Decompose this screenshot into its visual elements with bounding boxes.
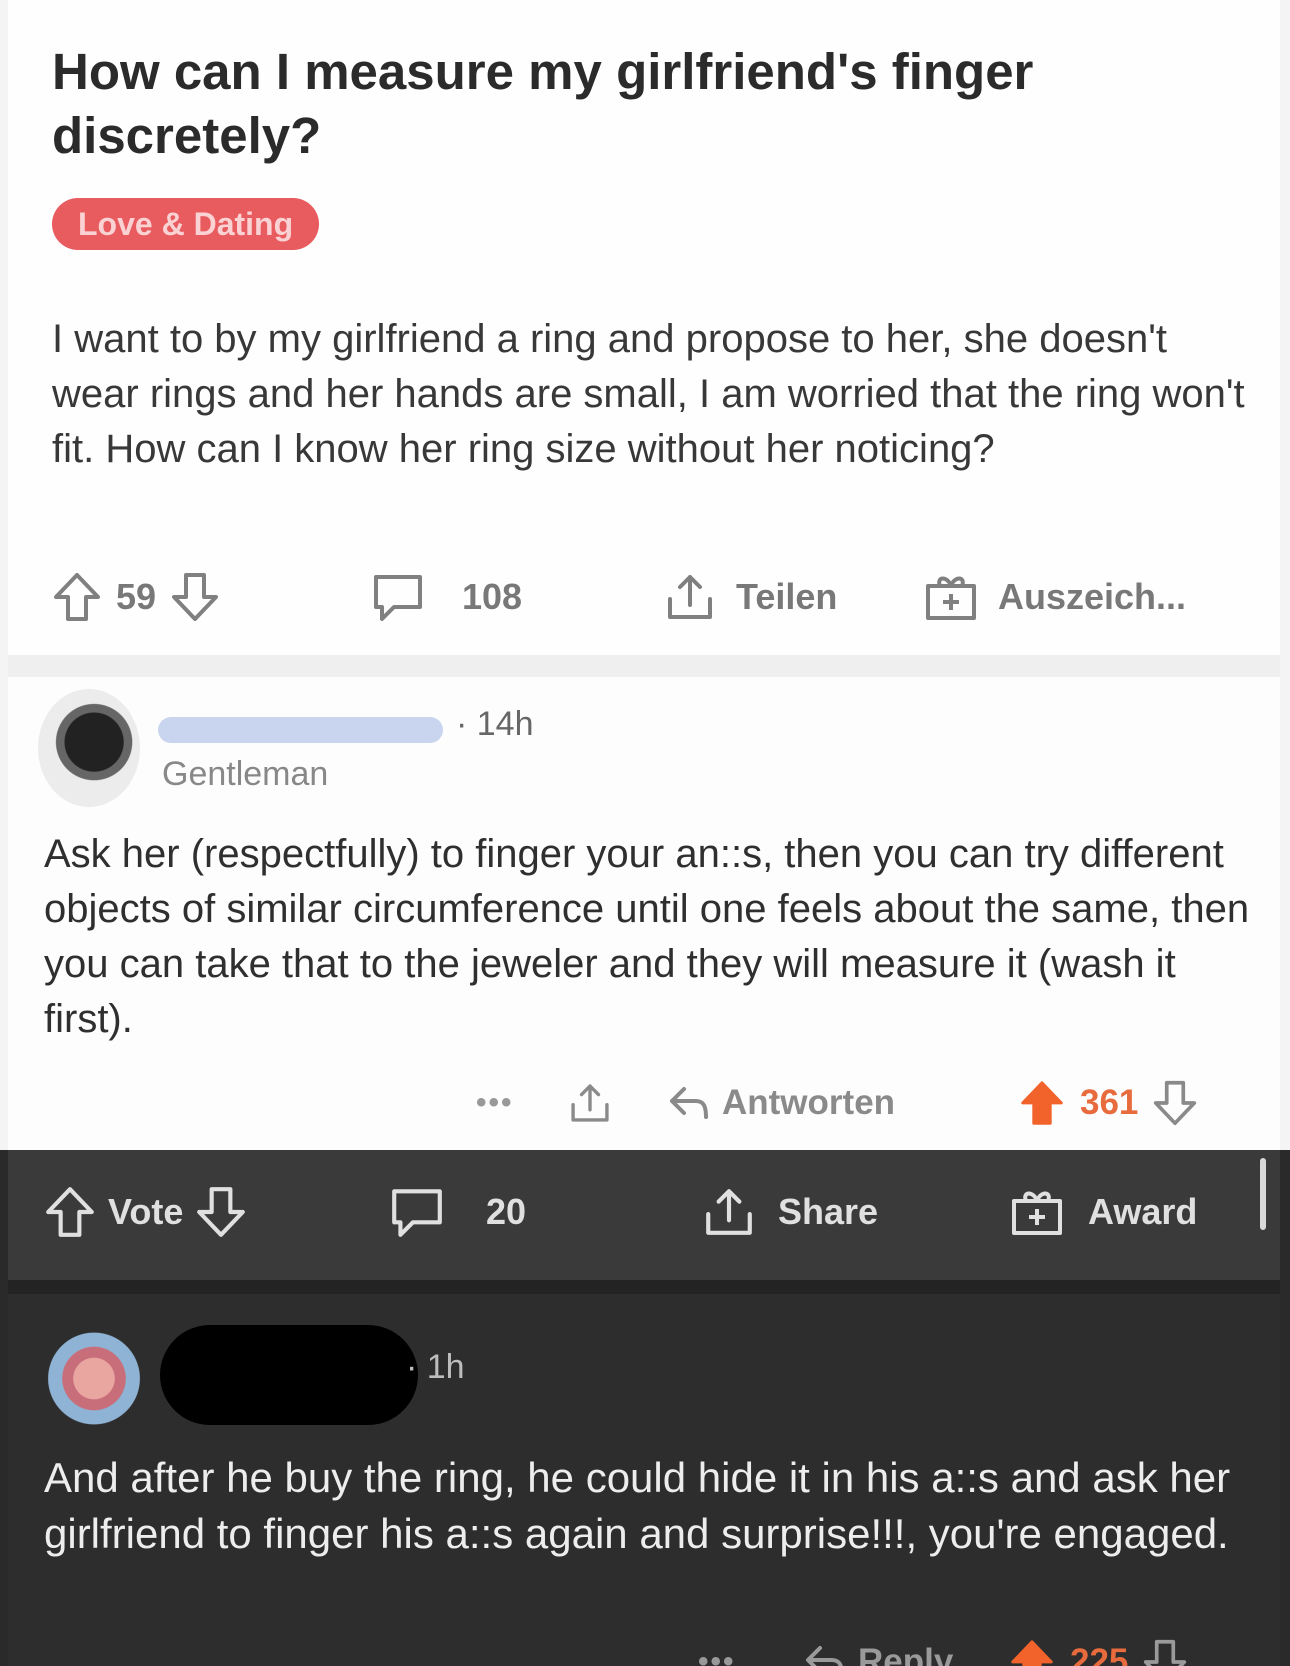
- screenshot: How can I measure my girlfriend's finger…: [0, 0, 1290, 1666]
- more-icon: •••: [698, 1645, 736, 1666]
- user-flair: Gentleman: [162, 755, 329, 793]
- share-icon: [706, 1189, 752, 1235]
- dark-post-actions: Vote 20 Share Award: [8, 1150, 1280, 1280]
- post-body: I want to by my girlfriend a ring and pr…: [52, 317, 1245, 471]
- reply-button[interactable]: Reply: [804, 1634, 953, 1666]
- comment-icon: [392, 1189, 442, 1237]
- post-share-label: Teilen: [736, 576, 838, 617]
- dark-award-button[interactable]: Award: [1008, 1180, 1197, 1244]
- comment-vote-count: 225: [1070, 1642, 1129, 1666]
- post-award-label: Auszeich...: [998, 576, 1187, 617]
- comment-vote-count: 361: [1080, 1083, 1139, 1122]
- award-icon: [1012, 1191, 1062, 1235]
- vote-label: Vote: [108, 1191, 184, 1232]
- more-button[interactable]: •••: [476, 1075, 514, 1131]
- reply-icon: [806, 1646, 843, 1666]
- dark-divider: [8, 1280, 1280, 1294]
- comment-vote-group: 225: [1008, 1634, 1188, 1666]
- comment-share-button[interactable]: [568, 1075, 612, 1131]
- dark-section: Vote 20 Share Award · 1h And after he bu…: [8, 1150, 1280, 1666]
- light-section: How can I measure my girlfriend's finger…: [0, 0, 1290, 1150]
- upvote-icon[interactable]: [1018, 1079, 1066, 1127]
- reply-button[interactable]: Antworten: [668, 1075, 895, 1131]
- post-title: How can I measure my girlfriend's finger…: [52, 43, 1034, 164]
- username-redacted: [160, 1325, 418, 1425]
- share-icon: [571, 1084, 609, 1122]
- comment-icon: [374, 575, 422, 621]
- post-award-button[interactable]: Auszeich...: [922, 565, 1186, 629]
- dark-comment-count: 20: [486, 1191, 527, 1232]
- username-redacted[interactable]: [158, 717, 443, 743]
- avatar[interactable]: [44, 1318, 144, 1428]
- share-icon: [668, 575, 712, 619]
- comment-body: And after he buy the ring, he could hide…: [44, 1454, 1231, 1557]
- comment-top: · 14h Gentleman Ask her (respectfully) t…: [8, 677, 1280, 1150]
- avatar[interactable]: [38, 689, 140, 807]
- post-share-button[interactable]: Teilen: [664, 565, 837, 629]
- downvote-icon[interactable]: [170, 571, 220, 623]
- dark-share-label: Share: [778, 1191, 879, 1232]
- dark-award-label: Award: [1088, 1191, 1198, 1232]
- post-actions: 59 108 Teilen Auszeich...: [52, 565, 1272, 629]
- reply-label: Reply: [858, 1642, 954, 1666]
- comment-body: Ask her (respectfully) to finger your an…: [44, 832, 1250, 1041]
- downvote-icon[interactable]: [195, 1185, 247, 1239]
- scrollbar[interactable]: [1260, 1158, 1266, 1230]
- post-comment-count: 108: [462, 576, 523, 617]
- reply-icon: [670, 1087, 708, 1119]
- downvote-icon[interactable]: [1142, 1638, 1188, 1666]
- dark-vote-group: Vote: [44, 1180, 247, 1244]
- post-comments-button[interactable]: 108: [370, 565, 522, 629]
- post-vote-count: 59: [116, 576, 157, 617]
- more-icon: •••: [476, 1086, 514, 1119]
- upvote-icon[interactable]: [1008, 1638, 1056, 1666]
- upvote-icon[interactable]: [44, 1185, 96, 1239]
- post-flair[interactable]: Love & Dating: [52, 198, 320, 250]
- comment-time: · 14h: [456, 705, 534, 743]
- post-card: How can I measure my girlfriend's finger…: [8, 0, 1280, 655]
- post-vote-group: 59: [52, 565, 220, 629]
- upvote-icon[interactable]: [52, 571, 102, 623]
- award-icon: [926, 576, 976, 620]
- more-button[interactable]: •••: [698, 1634, 736, 1666]
- comment-vote-group: 361: [1018, 1075, 1198, 1131]
- section-divider: [8, 655, 1280, 677]
- comment-time: · 1h: [406, 1348, 465, 1386]
- downvote-icon[interactable]: [1152, 1079, 1198, 1127]
- dark-share-button[interactable]: Share: [702, 1180, 878, 1244]
- reply-label: Antworten: [722, 1083, 896, 1122]
- dark-comments-button[interactable]: 20: [388, 1180, 526, 1244]
